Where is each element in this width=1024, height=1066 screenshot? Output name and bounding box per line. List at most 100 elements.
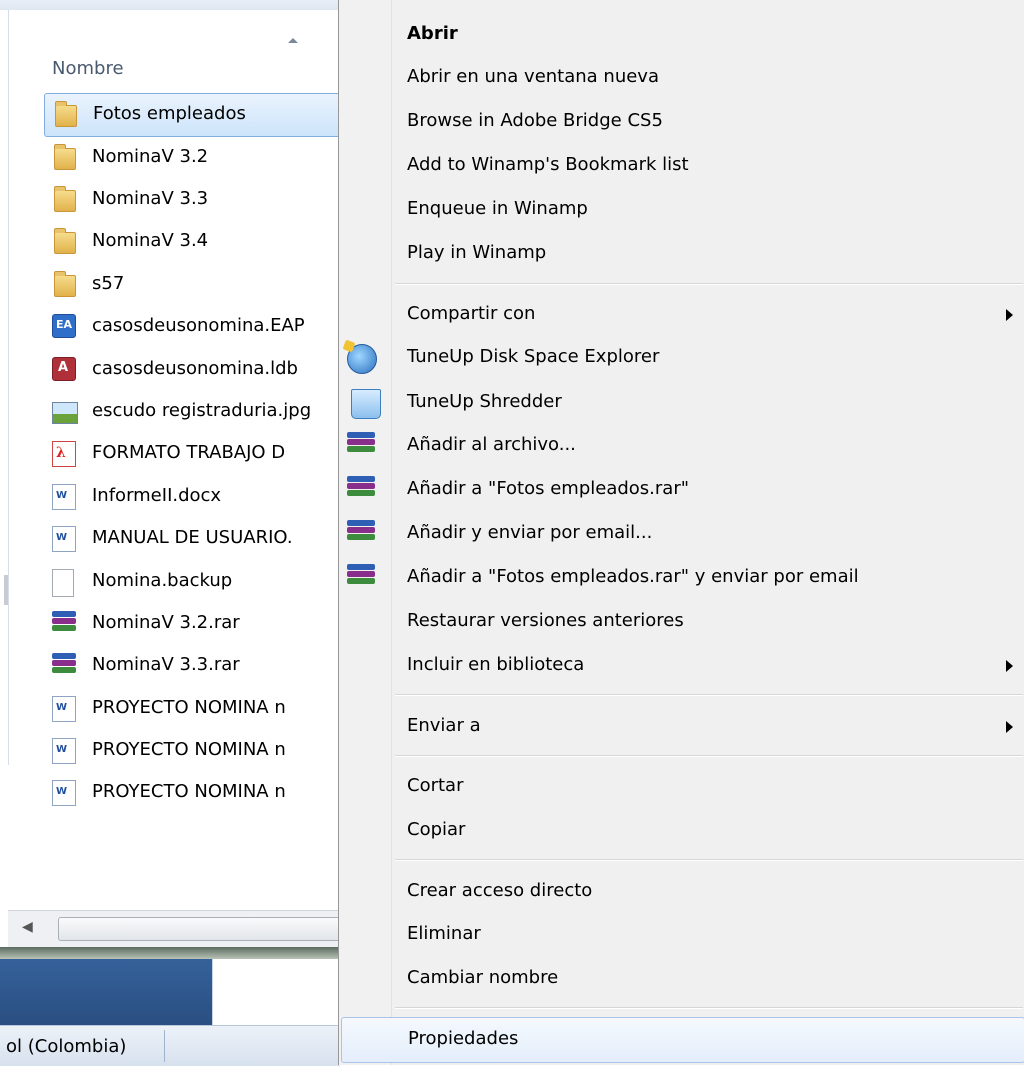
menu-item-copiar[interactable]: Copiar [341,809,1023,853]
menu-item-label: Browse in Adobe Bridge CS5 [407,110,663,131]
file-name: NominaV 3.2.rar [92,612,240,633]
preview-pane-white [212,959,341,1025]
word-doc-icon: W [52,738,76,764]
menu-item-label: Restaurar versiones anteriores [407,610,684,631]
menu-item-anadir-enviar-email[interactable]: Añadir y enviar por email... [341,512,1023,556]
menu-item-label: Añadir a "Fotos empleados.rar" y enviar … [407,566,859,587]
file-row[interactable]: EA casosdeusonomina.EAP [44,306,340,346]
file-name: PROYECTO NOMINA n [92,697,286,718]
pdf-icon: λ [52,441,76,467]
preview-pane-blue [0,959,212,1025]
file-row[interactable]: NominaV 3.2 [44,137,340,177]
menu-item-anadir-archivo[interactable]: Añadir al archivo... [341,424,1023,468]
menu-item-enqueue-winamp[interactable]: Enqueue in Winamp [341,188,1023,232]
tuneup-disk-space-icon [347,344,377,374]
file-name: escudo registraduria.jpg [92,400,312,421]
menu-item-tuneup-disk-space[interactable]: TuneUp Disk Space Explorer [341,336,1023,380]
menu-separator [395,283,1023,285]
menu-item-winamp-bookmark[interactable]: Add to Winamp's Bookmark list [341,144,1023,188]
scrollbar-thumb[interactable] [58,917,342,941]
file-row[interactable]: Nomina.backup [44,561,340,601]
folder-icon [55,101,77,127]
file-row[interactable]: NominaV 3.2.rar [44,603,340,643]
pane-splitter-grip[interactable] [4,575,8,605]
image-file-icon [52,402,78,424]
winrar-archive-icon [52,653,76,679]
navigation-pane-edge [0,10,9,765]
menu-item-cortar[interactable]: Cortar [341,765,1023,809]
file-row[interactable]: NominaV 3.3 [44,179,340,219]
file-row[interactable]: NominaV 3.3.rar [44,645,340,685]
submenu-arrow-icon [1006,660,1013,672]
menu-item-compartir-con[interactable]: Compartir con [341,293,1023,337]
file-row[interactable]: A casosdeusonomina.ldb [44,349,340,389]
file-name: NominaV 3.3 [92,188,209,209]
menu-item-label: Add to Winamp's Bookmark list [407,154,689,175]
file-name: NominaV 3.2 [92,146,209,167]
file-name: PROYECTO NOMINA n [92,781,286,802]
word-doc-icon: W [52,696,76,722]
menu-item-label: Abrir [407,23,458,44]
file-row[interactable]: λ FORMATO TRABAJO D [44,433,340,473]
winrar-icon [347,520,375,548]
horizontal-scrollbar[interactable]: ◀ [8,910,342,947]
menu-separator [395,1007,1023,1009]
menu-item-label: Añadir y enviar por email... [407,522,653,543]
scroll-left-icon[interactable]: ◀ [22,919,33,935]
menu-item-label: Añadir a "Fotos empleados.rar" [407,478,690,499]
file-row[interactable]: escudo registraduria.jpg [44,391,340,431]
window-edge-strip [0,947,340,959]
menu-separator [395,694,1023,696]
column-header-name[interactable]: Nombre [52,58,124,79]
menu-item-abrir-ventana-nueva[interactable]: Abrir en una ventana nueva [341,56,1023,100]
menu-item-tuneup-shredder[interactable]: TuneUp Shredder [341,381,1023,425]
menu-separator [395,859,1023,861]
menu-item-enviar-a[interactable]: Enviar a [341,705,1023,749]
menu-item-label: Abrir en una ventana nueva [407,66,659,87]
menu-item-label: Copiar [407,819,466,840]
word-doc-icon: W [52,780,76,806]
file-row[interactable]: W MANUAL DE USUARIO. [44,518,340,558]
menu-item-abrir[interactable]: Abrir [341,13,1023,57]
file-row[interactable]: W PROYECTO NOMINA n [44,772,340,812]
file-row[interactable]: Fotos empleados [44,93,342,137]
explorer-file-list: Nombre Fotos empleados NominaV 3.2 Nomin… [0,0,342,1066]
status-language: ol (Colombia) [6,1036,127,1057]
file-name: FORMATO TRABAJO D [92,442,286,463]
menu-item-label: Eliminar [407,923,481,944]
menu-item-browse-adobe-bridge[interactable]: Browse in Adobe Bridge CS5 [341,100,1023,144]
access-lock-icon: A [52,357,76,381]
file-name: InformeII.docx [92,485,222,506]
tuneup-shredder-icon [351,389,381,419]
winrar-icon [347,564,375,592]
folder-icon [54,144,76,170]
menu-item-incluir-biblioteca[interactable]: Incluir en biblioteca [341,644,1023,688]
file-name: NominaV 3.4 [92,230,209,251]
menu-item-play-winamp[interactable]: Play in Winamp [341,232,1023,276]
menu-item-label: Añadir al archivo... [407,434,576,455]
column-header-bar[interactable]: Nombre [0,10,340,80]
menu-item-crear-acceso-directo[interactable]: Crear acceso directo [341,870,1023,914]
ea-project-icon: EA [52,314,76,338]
menu-item-eliminar[interactable]: Eliminar [341,913,1023,957]
menu-item-restaurar-versiones[interactable]: Restaurar versiones anteriores [341,600,1023,644]
winrar-archive-icon [52,611,76,637]
file-name: PROYECTO NOMINA n [92,739,286,760]
menu-item-cambiar-nombre[interactable]: Cambiar nombre [341,957,1023,1001]
file-row[interactable]: W InformeII.docx [44,476,340,516]
menu-item-label: Incluir en biblioteca [407,654,585,675]
menu-item-anadir-fotos-rar[interactable]: Añadir a "Fotos empleados.rar" [341,468,1023,512]
menu-separator [395,755,1023,757]
file-row[interactable]: NominaV 3.4 [44,221,340,261]
menu-item-propiedades[interactable]: Propiedades [341,1017,1024,1063]
file-row[interactable]: W PROYECTO NOMINA n [44,688,340,728]
file-row[interactable]: W PROYECTO NOMINA n [44,730,340,770]
context-menu: Abrir Abrir en una ventana nueva Browse … [338,0,1024,1065]
file-name: Nomina.backup [92,570,233,591]
file-row[interactable]: s57 [44,264,340,304]
menu-item-label: Enqueue in Winamp [407,198,588,219]
folder-icon [54,186,76,212]
menu-item-anadir-fotos-rar-email[interactable]: Añadir a "Fotos empleados.rar" y enviar … [341,556,1023,600]
sort-ascending-icon [288,38,298,43]
file-name: casosdeusonomina.ldb [92,358,298,379]
